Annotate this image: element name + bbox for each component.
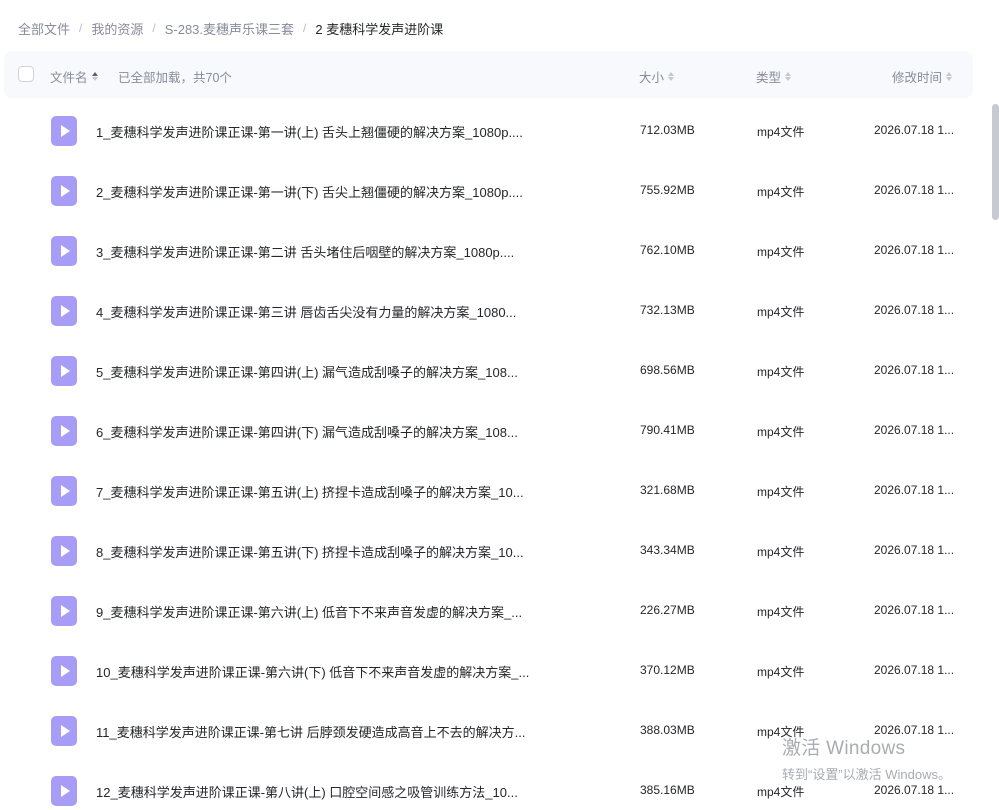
file-modified-time: 2026.07.18 1... <box>874 303 955 317</box>
file-size: 790.41MB <box>640 423 695 437</box>
file-size: 343.34MB <box>640 543 695 557</box>
file-type: mp4文件 <box>757 125 805 139</box>
file-list-header: 文件名 已全部加载，共70个 大小 类型 修改时间 <box>4 51 973 98</box>
breadcrumb-separator: / <box>79 21 83 35</box>
file-name[interactable]: 9_麦穗科学发声进阶课正课-第六讲(上) 低音下不来声音发虚的解决方案_... <box>96 602 566 621</box>
file-name[interactable]: 6_麦穗科学发声进阶课正课-第四讲(下) 漏气造成刮嗓子的解决方案_108... <box>96 422 566 441</box>
file-name[interactable]: 7_麦穗科学发声进阶课正课-第五讲(上) 挤捏卡造成刮嗓子的解决方案_10... <box>96 482 566 501</box>
type-column-label: 类型 <box>756 71 782 85</box>
video-file-icon <box>51 416 77 446</box>
size-column-label: 大小 <box>639 71 665 85</box>
file-modified-time: 2026.07.18 1... <box>874 363 955 377</box>
file-name[interactable]: 12_麦穗科学发声进阶课正课-第八讲(上) 口腔空间感之吸管训练方法_10... <box>96 782 566 801</box>
sort-icon <box>668 72 675 81</box>
file-name[interactable]: 4_麦穗科学发声进阶课正课-第三讲 唇齿舌尖没有力量的解决方案_1080... <box>96 302 566 321</box>
file-row[interactable]: 7_麦穗科学发声进阶课正课-第五讲(上) 挤捏卡造成刮嗓子的解决方案_10...… <box>0 461 990 521</box>
file-modified-time: 2026.07.18 1... <box>874 183 955 197</box>
file-row[interactable]: 12_麦穗科学发声进阶课正课-第八讲(上) 口腔空间感之吸管训练方法_10...… <box>0 761 990 810</box>
file-modified-time: 2026.07.18 1... <box>874 603 955 617</box>
file-size: 226.27MB <box>640 603 695 617</box>
file-modified-time: 2026.07.18 1... <box>874 543 955 557</box>
file-type: mp4文件 <box>757 605 805 619</box>
name-column-label: 文件名 <box>50 71 88 85</box>
file-count-label: 已全部加载，共70个 <box>118 71 232 85</box>
sort-by-name-button[interactable]: 文件名 <box>50 67 98 86</box>
sort-by-type-button[interactable]: 类型 <box>756 67 792 86</box>
file-row[interactable]: 4_麦穗科学发声进阶课正课-第三讲 唇齿舌尖没有力量的解决方案_1080... … <box>0 281 990 341</box>
file-type: mp4文件 <box>757 185 805 199</box>
file-name[interactable]: 5_麦穗科学发声进阶课正课-第四讲(上) 漏气造成刮嗓子的解决方案_108... <box>96 362 566 381</box>
file-size: 388.03MB <box>640 723 695 737</box>
file-modified-time: 2026.07.18 1... <box>874 723 955 737</box>
sort-icon <box>91 72 98 81</box>
file-type: mp4文件 <box>757 665 805 679</box>
video-file-icon <box>51 356 77 386</box>
file-size: 385.16MB <box>640 783 695 797</box>
breadcrumb-separator: / <box>303 21 307 35</box>
file-name[interactable]: 3_麦穗科学发声进阶课正课-第二讲 舌头堵住后咽壁的解决方案_1080p.... <box>96 242 566 261</box>
file-type: mp4文件 <box>757 305 805 319</box>
file-name[interactable]: 2_麦穗科学发声进阶课正课-第一讲(下) 舌尖上翘僵硬的解决方案_1080p..… <box>96 182 566 201</box>
file-name[interactable]: 8_麦穗科学发声进阶课正课-第五讲(下) 挤捏卡造成刮嗓子的解决方案_10... <box>96 542 566 561</box>
file-modified-time: 2026.07.18 1... <box>874 783 955 797</box>
video-file-icon <box>51 296 77 326</box>
sort-icon <box>946 72 953 81</box>
file-size: 370.12MB <box>640 663 695 677</box>
video-file-icon <box>51 776 77 806</box>
file-row[interactable]: 3_麦穗科学发声进阶课正课-第二讲 舌头堵住后咽壁的解决方案_1080p....… <box>0 221 990 281</box>
breadcrumb-my-resources[interactable]: 我的资源 <box>91 19 143 38</box>
file-size: 732.13MB <box>640 303 695 317</box>
file-modified-time: 2026.07.18 1... <box>874 123 955 137</box>
file-size: 755.92MB <box>640 183 695 197</box>
video-file-icon <box>51 656 77 686</box>
video-file-icon <box>51 476 77 506</box>
video-file-icon <box>51 716 77 746</box>
breadcrumb-current-folder: 2 麦穗科学发声进阶课 <box>315 21 444 37</box>
sort-icon <box>785 72 792 81</box>
file-size: 321.68MB <box>640 483 695 497</box>
video-file-icon <box>51 236 77 266</box>
file-name[interactable]: 11_麦穗科学发声进阶课正课-第七讲 后脖颈发硬造成高音上不去的解决方... <box>96 722 566 741</box>
file-row[interactable]: 9_麦穗科学发声进阶课正课-第六讲(上) 低音下不来声音发虚的解决方案_... … <box>0 581 990 641</box>
file-size: 698.56MB <box>640 363 695 377</box>
file-row[interactable]: 5_麦穗科学发声进阶课正课-第四讲(上) 漏气造成刮嗓子的解决方案_108...… <box>0 341 990 401</box>
file-type: mp4文件 <box>757 485 805 499</box>
file-row[interactable]: 11_麦穗科学发声进阶课正课-第七讲 后脖颈发硬造成高音上不去的解决方... 3… <box>0 701 990 761</box>
file-type: mp4文件 <box>757 365 805 379</box>
file-modified-time: 2026.07.18 1... <box>874 243 955 257</box>
file-size: 762.10MB <box>640 243 695 257</box>
select-all-checkbox[interactable] <box>18 66 34 82</box>
file-type: mp4文件 <box>757 725 805 739</box>
file-type: mp4文件 <box>757 785 805 799</box>
file-size: 712.03MB <box>640 123 695 137</box>
breadcrumb-all-files[interactable]: 全部文件 <box>18 19 70 38</box>
file-row[interactable]: 10_麦穗科学发声进阶课正课-第六讲(下) 低音下不来声音发虚的解决方案_...… <box>0 641 990 701</box>
sort-by-size-button[interactable]: 大小 <box>639 67 675 86</box>
time-column-label: 修改时间 <box>892 71 943 85</box>
sort-by-time-button[interactable]: 修改时间 <box>892 67 953 86</box>
file-name[interactable]: 10_麦穗科学发声进阶课正课-第六讲(下) 低音下不来声音发虚的解决方案_... <box>96 662 566 681</box>
file-row[interactable]: 1_麦穗科学发声进阶课正课-第一讲(上) 舌头上翘僵硬的解决方案_1080p..… <box>0 101 990 161</box>
file-type: mp4文件 <box>757 245 805 259</box>
file-type: mp4文件 <box>757 425 805 439</box>
file-modified-time: 2026.07.18 1... <box>874 423 955 437</box>
file-modified-time: 2026.07.18 1... <box>874 483 955 497</box>
file-row[interactable]: 6_麦穗科学发声进阶课正课-第四讲(下) 漏气造成刮嗓子的解决方案_108...… <box>0 401 990 461</box>
file-row[interactable]: 8_麦穗科学发声进阶课正课-第五讲(下) 挤捏卡造成刮嗓子的解决方案_10...… <box>0 521 990 581</box>
video-file-icon <box>51 536 77 566</box>
file-type: mp4文件 <box>757 545 805 559</box>
video-file-icon <box>51 596 77 626</box>
breadcrumb: 全部文件 / 我的资源 / S-283.麦穗声乐课三套 / 2 麦穗科学发声进阶… <box>18 18 443 38</box>
file-list: 1_麦穗科学发声进阶课正课-第一讲(上) 舌头上翘僵硬的解决方案_1080p..… <box>0 101 990 810</box>
breadcrumb-separator: / <box>152 21 156 35</box>
file-modified-time: 2026.07.18 1... <box>874 663 955 677</box>
video-file-icon <box>51 176 77 206</box>
breadcrumb-course-folder[interactable]: S-283.麦穗声乐课三套 <box>165 19 294 38</box>
file-name[interactable]: 1_麦穗科学发声进阶课正课-第一讲(上) 舌头上翘僵硬的解决方案_1080p..… <box>96 122 566 141</box>
file-row[interactable]: 2_麦穗科学发声进阶课正课-第一讲(下) 舌尖上翘僵硬的解决方案_1080p..… <box>0 161 990 221</box>
video-file-icon <box>51 116 77 146</box>
vertical-scrollbar[interactable] <box>992 104 999 220</box>
